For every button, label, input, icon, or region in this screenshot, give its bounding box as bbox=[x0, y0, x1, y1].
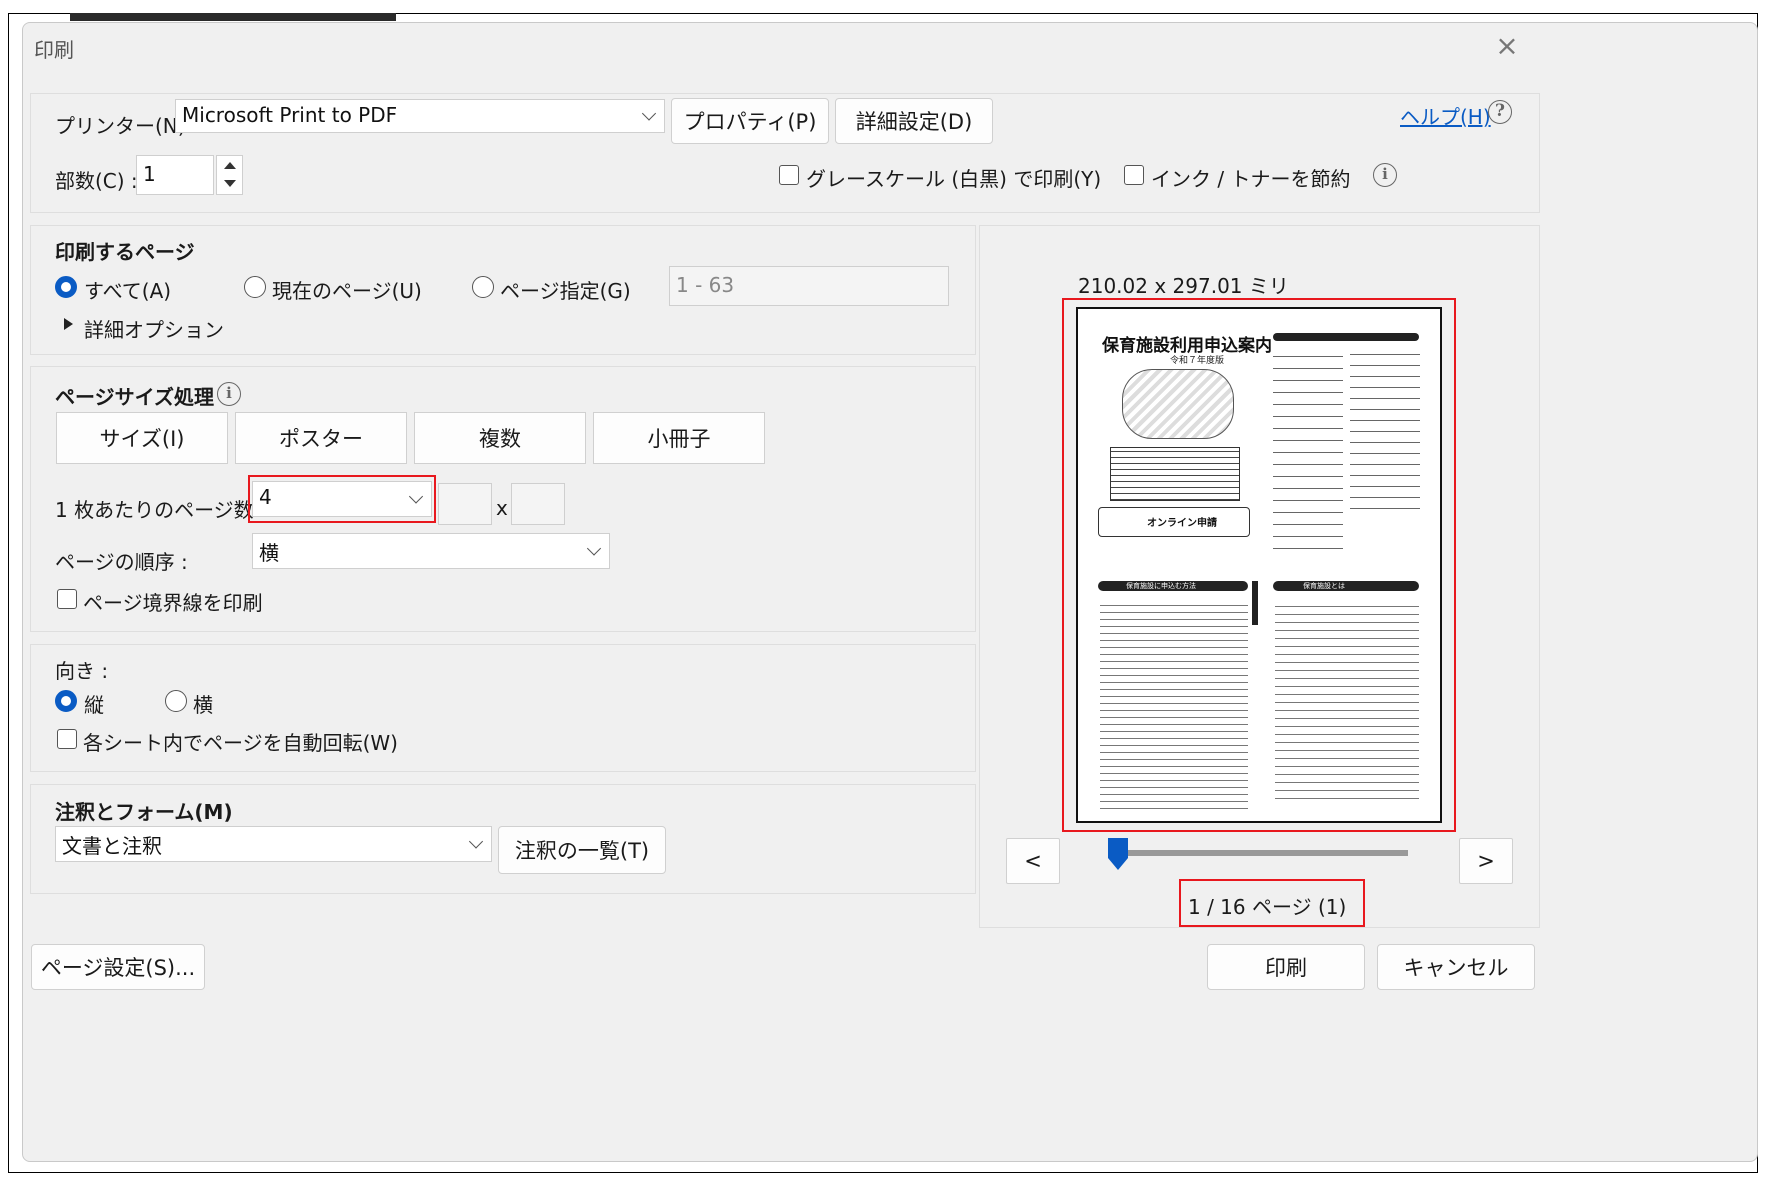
landscape-radio[interactable] bbox=[165, 690, 187, 712]
page-order-label: ページの順序 : bbox=[55, 550, 188, 574]
preview-toc-bar bbox=[1273, 333, 1419, 341]
page-order-value: 横 bbox=[259, 541, 279, 565]
preview-section1-text: 保育施設に申込む方法 bbox=[1126, 582, 1196, 590]
print-border-checkbox[interactable] bbox=[57, 589, 77, 609]
prev-page-button[interactable]: < bbox=[1006, 838, 1060, 884]
landscape-label: 横 bbox=[193, 693, 213, 717]
tab-multiple[interactable]: 複数 bbox=[414, 412, 586, 464]
preview-online-text: オンライン申請 bbox=[1147, 518, 1217, 529]
next-page-button[interactable]: > bbox=[1459, 838, 1513, 884]
save-ink-label: インク / トナーを節約 bbox=[1151, 167, 1351, 191]
copies-input[interactable]: 1 bbox=[136, 155, 214, 195]
auto-rotate-label: 各シート内でページを自動回転(W) bbox=[83, 731, 398, 755]
chevron-down-icon bbox=[586, 541, 602, 556]
current-page-radio[interactable] bbox=[244, 276, 266, 298]
help-question-icon[interactable]: ? bbox=[1488, 100, 1512, 124]
comments-forms-value: 文書と注釈 bbox=[62, 834, 162, 858]
stepper-down-icon[interactable] bbox=[224, 180, 236, 187]
paper-dimensions: 210.02 x 297.01 ミリ bbox=[1078, 274, 1289, 298]
copies-label: 部数(C) : bbox=[55, 169, 138, 193]
page-setup-button[interactable]: ページ設定(S)... bbox=[31, 944, 205, 990]
pages-per-sheet-select[interactable]: 4 bbox=[252, 481, 432, 517]
pages-per-sheet-label: 1 枚あたりのページ数 : bbox=[55, 498, 267, 522]
info-icon[interactable]: i bbox=[217, 382, 241, 406]
all-pages-radio[interactable] bbox=[55, 276, 77, 298]
dialog-title: 印刷 bbox=[34, 38, 74, 62]
orientation-heading: 向き : bbox=[55, 659, 109, 683]
preview-body-right bbox=[1275, 599, 1419, 799]
chevron-down-icon bbox=[408, 489, 424, 504]
portrait-label: 縦 bbox=[84, 693, 104, 717]
preview-toc-right bbox=[1350, 349, 1420, 509]
auto-rotate-checkbox[interactable] bbox=[57, 729, 77, 749]
tab-booklet[interactable]: 小冊子 bbox=[593, 412, 765, 464]
pages-per-sheet-value: 4 bbox=[259, 485, 272, 509]
expand-triangle-icon[interactable] bbox=[64, 318, 73, 330]
page-range-input[interactable]: 1 - 63 bbox=[669, 266, 949, 306]
properties-button[interactable]: プロパティ(P) bbox=[671, 98, 829, 144]
save-ink-checkbox[interactable] bbox=[1124, 165, 1144, 185]
print-button[interactable]: 印刷 bbox=[1207, 944, 1365, 990]
comments-forms-select[interactable]: 文書と注釈 bbox=[55, 826, 492, 862]
close-icon[interactable]: × bbox=[1495, 32, 1519, 60]
comments-summary-button[interactable]: 注釈の一覧(T) bbox=[498, 826, 666, 874]
cancel-button[interactable]: キャンセル bbox=[1377, 944, 1535, 990]
tab-size[interactable]: サイズ(I) bbox=[56, 412, 228, 464]
preview-tab-marker bbox=[1252, 581, 1258, 625]
preview-online-box: オンライン申請 bbox=[1098, 507, 1250, 537]
page-slider-thumb[interactable] bbox=[1108, 838, 1128, 870]
printer-select-value: Microsoft Print to PDF bbox=[182, 103, 398, 127]
copies-stepper[interactable] bbox=[216, 155, 243, 195]
preview-illustration bbox=[1122, 369, 1234, 439]
stepper-up-icon[interactable] bbox=[224, 162, 236, 169]
print-border-label: ページ境界線を印刷 bbox=[83, 591, 263, 615]
help-link[interactable]: ヘルプ(H) bbox=[1400, 101, 1491, 130]
preview-thumb-subtitle: 令和７年度版 bbox=[1170, 356, 1225, 366]
chevron-down-icon bbox=[641, 106, 657, 121]
pages-to-print-heading: 印刷するページ bbox=[55, 240, 195, 264]
x-label: x bbox=[496, 496, 508, 520]
tab-poster[interactable]: ポスター bbox=[235, 412, 407, 464]
all-pages-label: すべて(A) bbox=[84, 279, 172, 303]
preview-section1-bar: 保育施設に申込む方法 bbox=[1098, 581, 1248, 591]
custom-rows-input[interactable] bbox=[511, 483, 565, 525]
page-indicator: 1 / 16 ページ (1) bbox=[1188, 895, 1347, 919]
preview-body-left bbox=[1100, 599, 1248, 809]
custom-columns-input[interactable] bbox=[438, 483, 492, 525]
grayscale-checkbox[interactable] bbox=[779, 165, 799, 185]
preview-toc-left bbox=[1273, 349, 1343, 549]
page-slider-track[interactable] bbox=[1110, 850, 1408, 856]
current-page-label: 現在のページ(U) bbox=[272, 279, 422, 303]
comments-forms-heading: 注釈とフォーム(M) bbox=[55, 800, 233, 824]
background-document-strip bbox=[70, 13, 396, 21]
page-sizing-heading: ページサイズ処理 bbox=[55, 385, 214, 409]
preview-section2-bar: 保育施設とは bbox=[1273, 581, 1419, 591]
specify-pages-radio[interactable] bbox=[472, 276, 494, 298]
chevron-down-icon bbox=[468, 834, 484, 849]
page-order-select[interactable]: 横 bbox=[252, 533, 610, 569]
page-preview: 保育施設利用申込案内 令和７年度版 オンライン申請 保育施設に申込む方法 保育施… bbox=[1076, 307, 1442, 823]
grayscale-label: グレースケール (白黒) で印刷(Y) bbox=[806, 167, 1102, 191]
portrait-radio[interactable] bbox=[55, 690, 77, 712]
specify-pages-label: ページ指定(G) bbox=[500, 279, 631, 303]
more-options-label[interactable]: 詳細オプション bbox=[84, 314, 224, 343]
advanced-button[interactable]: 詳細設定(D) bbox=[835, 98, 993, 144]
info-icon[interactable]: i bbox=[1373, 163, 1397, 187]
preview-section2-text: 保育施設とは bbox=[1303, 582, 1345, 590]
preview-table-block bbox=[1110, 447, 1240, 501]
printer-select[interactable]: Microsoft Print to PDF bbox=[175, 99, 665, 133]
